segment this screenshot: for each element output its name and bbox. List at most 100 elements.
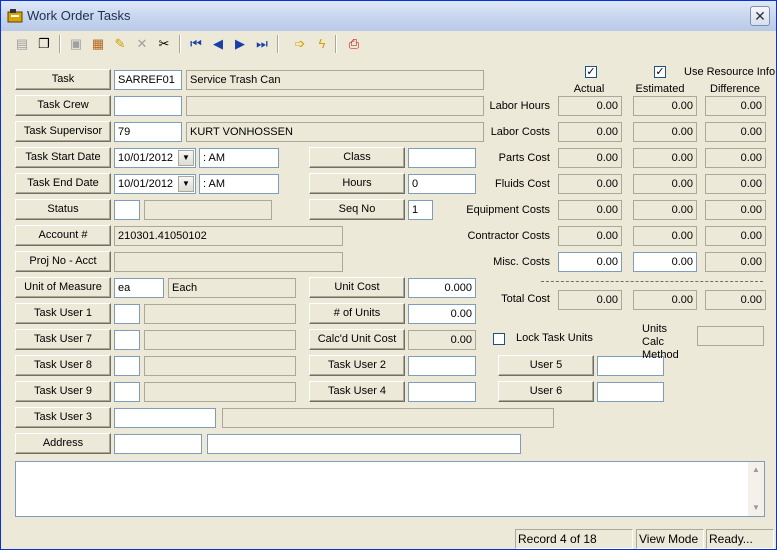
num-units-field[interactable]: 0.00: [408, 304, 476, 324]
lock-task-units-checkbox[interactable]: [493, 333, 505, 345]
cost-difference-cell: 0.00: [705, 96, 766, 116]
scroll-up-icon[interactable]: ▲: [748, 462, 764, 478]
hours-button[interactable]: Hours: [309, 173, 405, 194]
cost-estimated-cell: 0.00: [633, 200, 697, 220]
lock-task-units-label: Lock Task Units: [516, 332, 593, 344]
task-supervisor-name: KURT VONHOSSEN: [186, 122, 484, 142]
task-end-date-field[interactable]: 10/01/2012 ▼: [114, 174, 196, 194]
task-crew-description: [186, 96, 484, 116]
cost-actual-cell: 0.00: [558, 96, 622, 116]
actual-checkbox[interactable]: ✓: [585, 66, 597, 78]
calc-unit-cost-button[interactable]: Calc'd Unit Cost: [309, 329, 405, 350]
address-line-field[interactable]: [207, 434, 521, 454]
notes-scrollbar[interactable]: ▲ ▼: [748, 462, 764, 516]
total-cost-estimated: 0.00: [633, 290, 697, 310]
task-user-8-button[interactable]: Task User 8: [15, 355, 111, 376]
delete-icon[interactable]: ✕: [131, 33, 153, 55]
status-description: [144, 200, 272, 220]
title-bar: Work Order Tasks ✕: [1, 1, 776, 31]
task-user-8-field[interactable]: [114, 356, 140, 376]
seq-no-button[interactable]: Seq No: [309, 199, 405, 220]
task-user-9-button[interactable]: Task User 9: [15, 381, 111, 402]
unit-of-measure-button[interactable]: Unit of Measure: [15, 277, 111, 298]
status-code-field[interactable]: [114, 200, 140, 220]
cost-difference-cell: 0.00: [705, 226, 766, 246]
cost-row-label: Parts Cost: [498, 152, 550, 164]
task-end-date-value: 10/01/2012: [118, 178, 174, 190]
task-user-1-button[interactable]: Task User 1: [15, 303, 111, 324]
task-supervisor-field[interactable]: 79: [114, 122, 182, 142]
first-record-icon[interactable]: ⏮: [185, 33, 207, 55]
status-button[interactable]: Status: [15, 199, 111, 220]
task-user-7-button[interactable]: Task User 7: [15, 329, 111, 350]
save-icon[interactable]: ▣: [65, 33, 87, 55]
task-start-date-button[interactable]: Task Start Date: [15, 147, 111, 168]
work-order-tasks-window: Work Order Tasks ✕ ▤ ❐ ▣ ▦ ✎ ✕ ✂ ⏮ ◀ ▶ ⏭…: [0, 0, 777, 550]
address-button[interactable]: Address: [15, 433, 111, 454]
difference-header: Difference: [710, 83, 760, 95]
scroll-down-icon[interactable]: ▼: [748, 500, 764, 516]
num-units-button[interactable]: # of Units: [309, 303, 405, 324]
task-crew-button[interactable]: Task Crew: [15, 95, 111, 116]
task-user-3-button[interactable]: Task User 3: [15, 407, 111, 428]
task-button[interactable]: Task: [15, 69, 111, 90]
cost-estimated-cell[interactable]: 0.00: [633, 252, 697, 272]
unit-cost-button[interactable]: Unit Cost: [309, 277, 405, 298]
seq-no-field[interactable]: 1: [408, 200, 433, 220]
cost-difference-cell: 0.00: [705, 122, 766, 142]
address-field[interactable]: [114, 434, 202, 454]
proj-no-acct-button[interactable]: Proj No - Acct: [15, 251, 111, 272]
new-icon[interactable]: ▤: [11, 33, 33, 55]
cost-estimated-cell: 0.00: [633, 226, 697, 246]
total-cost-difference: 0.00: [705, 290, 766, 310]
task-user-9-field[interactable]: [114, 382, 140, 402]
account-button[interactable]: Account #: [15, 225, 111, 246]
task-user-4-field[interactable]: [408, 382, 476, 402]
task-user-2-button[interactable]: Task User 2: [309, 355, 405, 376]
task-start-date-field[interactable]: 10/01/2012 ▼: [114, 148, 196, 168]
calc-unit-cost-value: 0.00: [408, 330, 476, 350]
user-6-field[interactable]: [597, 382, 664, 402]
user-5-button[interactable]: User 5: [498, 355, 594, 376]
last-record-icon[interactable]: ⏭: [251, 33, 273, 55]
window-title: Work Order Tasks: [27, 8, 131, 23]
task-start-time-field[interactable]: : AM: [199, 148, 279, 168]
close-icon: ✕: [754, 8, 766, 24]
notes-textarea[interactable]: ▲ ▼: [15, 461, 765, 517]
units-calc-method-label: Units Calc Method: [642, 323, 679, 361]
toolbar-separator: [59, 35, 61, 53]
copy-icon[interactable]: ❐: [33, 33, 55, 55]
chevron-down-icon[interactable]: ▼: [178, 150, 194, 166]
task-user-3-field[interactable]: [114, 408, 216, 428]
task-crew-field[interactable]: [114, 96, 182, 116]
user-6-button[interactable]: User 6: [498, 381, 594, 402]
task-user-1-field[interactable]: [114, 304, 140, 324]
attach-icon[interactable]: ▦: [87, 33, 109, 55]
task-code-field[interactable]: SARREF01: [114, 70, 182, 90]
close-button[interactable]: ✕: [750, 6, 770, 26]
print-icon[interactable]: ⎙: [343, 33, 365, 55]
total-divider: [541, 281, 763, 282]
task-user-2-field[interactable]: [408, 356, 476, 376]
prev-record-icon[interactable]: ◀: [207, 33, 229, 55]
cost-estimated-cell: 0.00: [633, 122, 697, 142]
estimated-checkbox[interactable]: ✓: [654, 66, 666, 78]
cost-actual-cell: 0.00: [558, 122, 622, 142]
go-icon[interactable]: ➩: [289, 33, 311, 55]
class-button[interactable]: Class: [309, 147, 405, 168]
lightning-icon[interactable]: ϟ: [311, 33, 333, 55]
unit-of-measure-field[interactable]: ea: [114, 278, 164, 298]
task-end-date-button[interactable]: Task End Date: [15, 173, 111, 194]
next-record-icon[interactable]: ▶: [229, 33, 251, 55]
task-end-time-field[interactable]: : AM: [199, 174, 279, 194]
cut-icon[interactable]: ✂: [153, 33, 175, 55]
use-resource-info-label: Use Resource Info: [684, 66, 776, 78]
chevron-down-icon[interactable]: ▼: [178, 176, 194, 192]
task-supervisor-button[interactable]: Task Supervisor: [15, 121, 111, 142]
proj-no-acct-value: [114, 252, 343, 272]
cost-actual-cell[interactable]: 0.00: [558, 252, 622, 272]
task-user-7-field[interactable]: [114, 330, 140, 350]
task-user-4-button[interactable]: Task User 4: [309, 381, 405, 402]
toolbar-separator: [277, 35, 279, 53]
edit-icon[interactable]: ✎: [109, 33, 131, 55]
